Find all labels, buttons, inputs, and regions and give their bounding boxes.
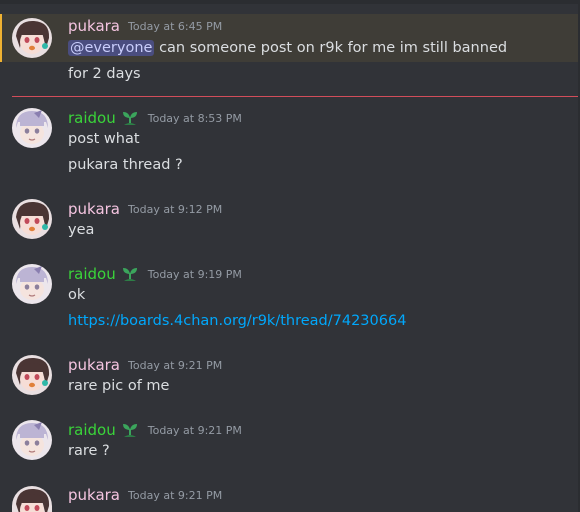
message-content: ok [68, 287, 86, 303]
sprout-icon[interactable] [120, 265, 140, 283]
username[interactable]: raidou [68, 421, 116, 439]
timestamp[interactable]: Today at 9:21 PM [128, 359, 222, 372]
avatar[interactable] [12, 264, 52, 304]
username[interactable]: pukara [68, 200, 120, 218]
message-content: pukara thread ? [68, 157, 183, 173]
message-content: rare pic of me [68, 378, 170, 394]
thread-link[interactable]: https://boards.4chan.org/r9k/thread/7423… [68, 311, 406, 331]
raidou-avatar-image [12, 264, 52, 304]
pukara-avatar-image [12, 355, 52, 395]
avatar[interactable] [12, 420, 52, 460]
channel-top-edge [0, 0, 580, 4]
raidou-avatar-image [12, 108, 52, 148]
timestamp[interactable]: Today at 9:19 PM [148, 268, 242, 281]
message-content: @everyone can someone post on r9k for me… [68, 38, 507, 58]
avatar[interactable] [12, 486, 52, 512]
avatar[interactable] [12, 108, 52, 148]
timestamp[interactable]: Today at 9:21 PM [128, 489, 222, 502]
sprout-icon[interactable] [120, 109, 140, 127]
sprout-icon[interactable] [120, 421, 140, 439]
message-content: post what [68, 131, 140, 147]
avatar[interactable] [12, 355, 52, 395]
timestamp[interactable]: Today at 9:21 PM [148, 424, 242, 437]
username[interactable]: pukara [68, 356, 120, 374]
timestamp[interactable]: Today at 8:53 PM [148, 112, 242, 125]
username[interactable]: pukara [68, 486, 120, 504]
raidou-avatar-image [12, 420, 52, 460]
username[interactable]: raidou [68, 109, 116, 127]
avatar[interactable] [12, 199, 52, 239]
timestamp[interactable]: Today at 9:12 PM [128, 203, 222, 216]
pukara-avatar-image [12, 199, 52, 239]
message-text: can someone post on r9k for me im still … [159, 40, 508, 56]
avatar[interactable] [12, 18, 52, 58]
pukara-avatar-image [12, 486, 52, 512]
message-content: for 2 days [68, 66, 141, 82]
timestamp[interactable]: Today at 6:45 PM [128, 20, 222, 33]
username[interactable]: pukara [68, 17, 120, 35]
message-content: yea [68, 222, 95, 238]
new-messages-divider [12, 96, 580, 97]
username[interactable]: raidou [68, 265, 116, 283]
pukara-avatar-image [12, 18, 52, 58]
mention-everyone[interactable]: @everyone [68, 40, 155, 56]
message-content: rare ? [68, 443, 110, 459]
